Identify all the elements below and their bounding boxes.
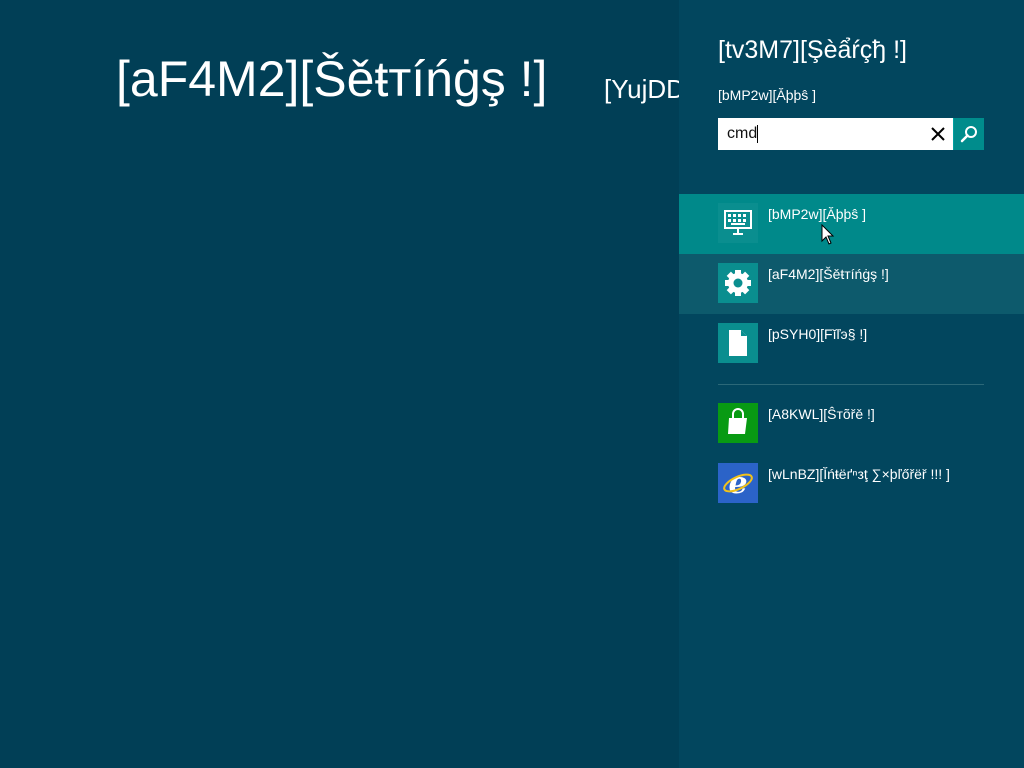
close-icon bbox=[931, 127, 945, 141]
search-scope-apps[interactable]: [bMP2w][Ăþþŝ ] bbox=[679, 194, 1024, 254]
search-pane-title: [tv3M7][Şèẩŕçђ !] bbox=[718, 36, 907, 64]
search-scope-settings[interactable]: [aF4M2][Šěŧтíńġş !] bbox=[679, 254, 1024, 314]
magnifier-icon bbox=[960, 126, 977, 143]
search-pane: [tv3M7][Şèẩŕçђ !] [bMP2w][Ăþþŝ ] cmd [bM… bbox=[679, 0, 1024, 768]
result-label-internet-explorer: [wLnBZ][Ĭńŧëґⁿзţ ∑×þľőřëř !!! ] bbox=[768, 466, 950, 482]
search-app-store[interactable]: [A8KWL][Ŝтõřě !] bbox=[679, 394, 1024, 454]
page-subtitle: [YujDD bbox=[604, 74, 679, 104]
text-caret bbox=[757, 125, 758, 143]
main-area: [aF4M2][Šěŧтíńġş !] [YujDD bbox=[0, 0, 679, 768]
clear-search-button[interactable] bbox=[924, 118, 952, 150]
result-label-settings: [aF4M2][Šěŧтíńġş !] bbox=[768, 266, 889, 282]
start-screen: [aF4M2][Šěŧтíńġş !] [YujDD [tv3M7][Şèẩŕç… bbox=[0, 0, 1024, 768]
search-go-button[interactable] bbox=[953, 118, 984, 150]
search-app-internet-explorer[interactable]: e [wLnBZ][Ĭńŧëґⁿзţ ∑×þľőřëř !!! ] bbox=[679, 454, 1024, 514]
result-label-store: [A8KWL][Ŝтõřě !] bbox=[768, 406, 875, 422]
pane-divider bbox=[718, 384, 984, 385]
search-scope-files[interactable]: [pSYH0][Fĭľэ§ !] bbox=[679, 314, 1024, 374]
result-label-apps: [bMP2w][Ăþþŝ ] bbox=[768, 206, 867, 222]
gear-icon bbox=[718, 263, 758, 303]
store-bag-icon bbox=[718, 403, 758, 443]
result-label-files: [pSYH0][Fĭľэ§ !] bbox=[768, 326, 868, 342]
search-box bbox=[718, 118, 984, 150]
svg-text:e: e bbox=[728, 466, 747, 500]
file-icon bbox=[718, 323, 758, 363]
mouse-pointer-icon bbox=[821, 224, 835, 245]
search-scope-label[interactable]: [bMP2w][Ăþþŝ ] bbox=[718, 87, 816, 103]
apps-keyboard-icon bbox=[718, 203, 758, 243]
internet-explorer-icon: e bbox=[718, 463, 758, 503]
search-input[interactable] bbox=[718, 118, 918, 150]
page-title: [aF4M2][Šěŧтíńġş !] bbox=[116, 51, 548, 107]
